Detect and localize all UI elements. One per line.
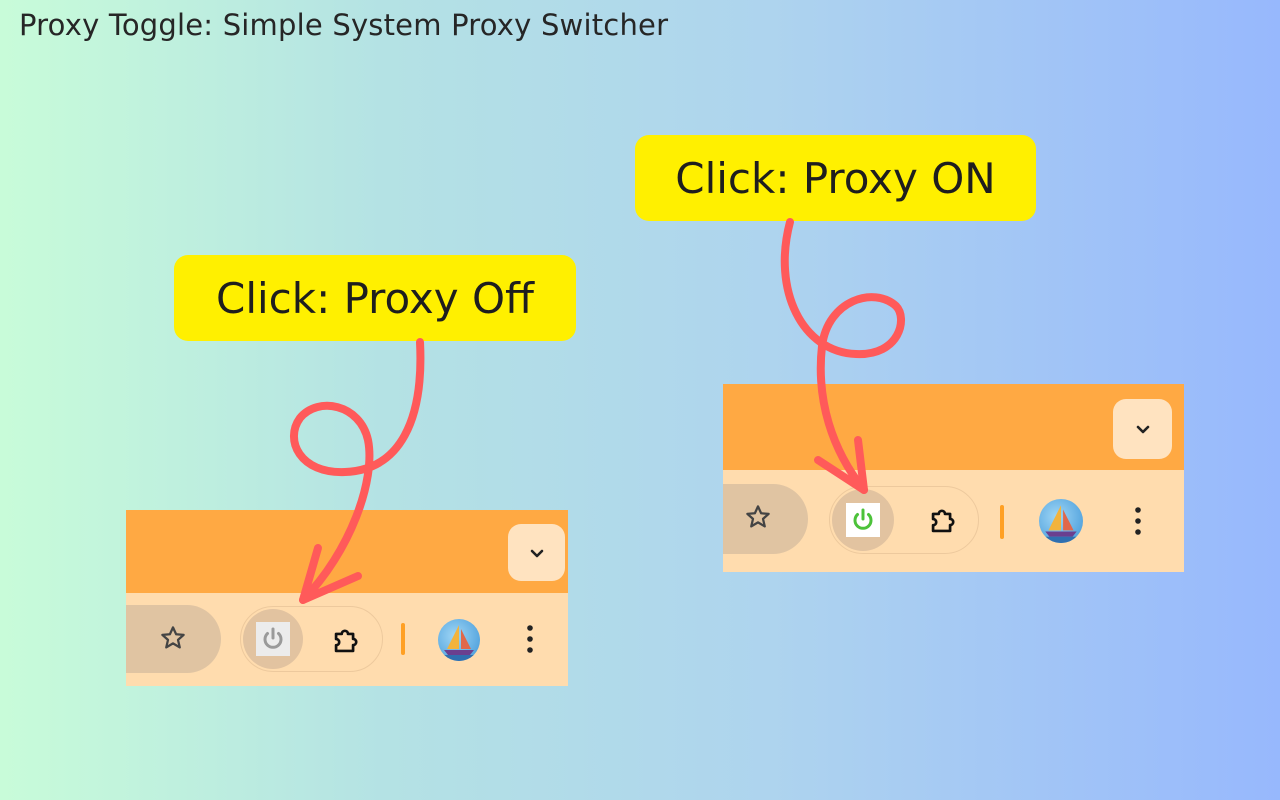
tab-search-button[interactable] [1113, 399, 1172, 459]
tab-search-button[interactable] [508, 524, 565, 581]
power-icon [263, 627, 283, 649]
avatar[interactable] [1039, 499, 1083, 543]
browser-toolbar [723, 470, 1184, 572]
kebab-menu-icon [1135, 507, 1141, 535]
sailboat-avatar-icon [1039, 505, 1083, 543]
bookmark-star-button[interactable] [739, 498, 777, 536]
callout-proxy-off: Click: Proxy Off [174, 255, 576, 341]
page-title: Proxy Toggle: Simple System Proxy Switch… [19, 8, 669, 42]
extensions-menu-button[interactable] [923, 501, 963, 541]
kebab-menu-icon [527, 625, 533, 653]
browser-toolbar [126, 593, 568, 686]
puzzle-icon [931, 509, 955, 533]
callout-proxy-on: Click: Proxy ON [635, 135, 1036, 221]
power-icon [853, 508, 873, 530]
chevron-down-icon [1136, 425, 1149, 434]
bookmark-star-button[interactable] [154, 619, 192, 657]
toolbar-divider [1000, 505, 1004, 539]
toolbar-divider [401, 623, 405, 655]
avatar[interactable] [438, 619, 480, 661]
puzzle-icon [334, 629, 358, 653]
browser-toolbar-proxy-off [126, 510, 568, 686]
proxy-toggle-tile [256, 622, 290, 656]
sailboat-avatar-icon [438, 625, 480, 661]
tab-strip [126, 510, 568, 593]
proxy-toggle-button[interactable] [243, 609, 303, 669]
extensions-menu-button[interactable] [326, 621, 366, 661]
browser-toolbar-proxy-on [723, 384, 1184, 572]
proxy-toggle-tile [846, 503, 880, 537]
browser-menu-button[interactable] [518, 621, 542, 657]
star-icon [746, 505, 770, 528]
star-icon [161, 626, 185, 649]
proxy-toggle-button[interactable] [832, 489, 894, 551]
browser-menu-button[interactable] [1126, 501, 1150, 541]
tab-strip [723, 384, 1184, 470]
chevron-down-icon [530, 549, 543, 557]
